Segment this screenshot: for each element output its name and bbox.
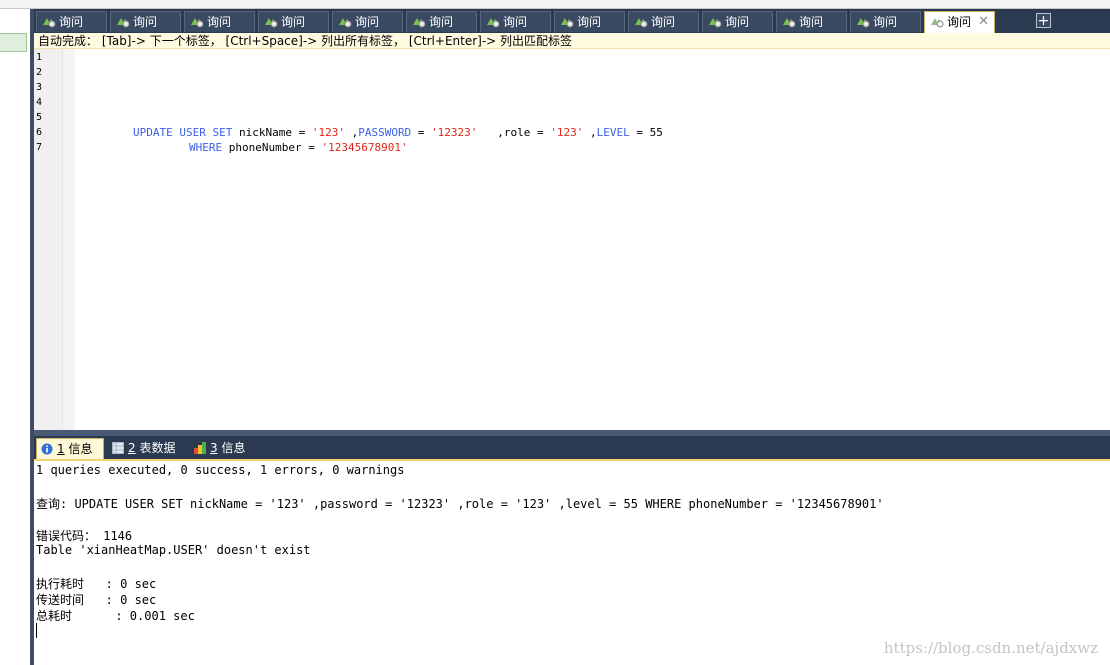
tab-label: 询问 <box>355 15 380 29</box>
window-top-strip <box>0 0 1110 9</box>
query-tab-12[interactable]: 询问 <box>850 11 921 32</box>
chart-icon <box>194 442 206 454</box>
text-caret <box>36 623 37 638</box>
sql-text: , <box>344 126 359 139</box>
query-icon <box>413 18 426 28</box>
query-icon <box>339 18 352 28</box>
sql-text: = 55 <box>629 126 663 139</box>
sql-string: '12345678901' <box>321 141 408 154</box>
code-line-6[interactable]: UPDATE USER SET nickName = '123' ,PASSWO… <box>133 126 663 139</box>
query-icon <box>191 18 204 28</box>
query-tab-9[interactable]: 询问 <box>628 11 699 32</box>
tab-label: 信息 <box>64 442 93 456</box>
query-icon <box>857 18 870 28</box>
tab-label: 询问 <box>947 15 972 29</box>
tab-label: 询问 <box>725 15 750 29</box>
fold-margin <box>62 49 75 430</box>
query-icon <box>709 18 722 28</box>
query-tab-2[interactable]: 询问 <box>110 11 181 32</box>
query-icon <box>561 18 574 28</box>
query-icon <box>783 18 796 28</box>
line-number: 6 <box>36 127 43 138</box>
object-browser-panel[interactable] <box>0 9 31 665</box>
line-number: 4 <box>36 97 43 108</box>
sql-text: phoneNumber = <box>222 141 322 154</box>
query-tab-5[interactable]: 询问 <box>332 11 403 32</box>
close-tab-icon[interactable]: ✕ <box>978 12 989 32</box>
tab-label: 询问 <box>651 15 676 29</box>
sql-keyword: WHERE <box>189 141 223 154</box>
query-tab-7[interactable]: 询问 <box>480 11 551 32</box>
error-code: 错误代码： 1146 <box>36 529 133 543</box>
tab-label: 询问 <box>207 15 232 29</box>
sql-string: '123' <box>550 126 584 139</box>
tab-label: 表数据 <box>135 441 176 455</box>
error-message: Table 'xianHeatMap.USER' doesn't exist <box>36 543 311 557</box>
query-tab-bar: 询问 询问 询问 询问 询问 询问 询问 询问 询问 询问 询问 询问 询问 ✕… <box>34 9 1110 33</box>
query-tab-10[interactable]: 询问 <box>702 11 773 32</box>
execution-summary: 1 queries executed, 0 success, 1 errors,… <box>36 463 405 477</box>
execution-time: 执行耗时 : 0 sec <box>36 577 157 591</box>
results-tab-bar: 1 信息 2 表数据 3 信息 <box>34 436 1110 459</box>
query-tab-8[interactable]: 询问 <box>554 11 625 32</box>
code-line-7[interactable]: WHERE phoneNumber = '12345678901' <box>189 141 408 154</box>
line-number: 1 <box>36 52 43 63</box>
transfer-time: 传送时间 : 0 sec <box>36 593 157 607</box>
info-icon <box>41 443 53 455</box>
sql-keyword: UPDATE USER SET <box>133 126 233 139</box>
add-tab-button[interactable]: + <box>1036 13 1051 28</box>
tab-label: 询问 <box>59 15 84 29</box>
tab-label: 询问 <box>577 15 602 29</box>
sql-text: , <box>583 126 597 139</box>
sql-string: '12323' <box>431 126 478 139</box>
sql-text: ,role = <box>477 126 551 139</box>
sql-keyword: PASSWORD <box>358 126 412 139</box>
selected-tree-node[interactable] <box>0 33 27 52</box>
tab-label: 询问 <box>503 15 528 29</box>
tab-label: 询问 <box>799 15 824 29</box>
tab-label: 询问 <box>281 15 306 29</box>
query-icon <box>487 18 500 28</box>
results-tab-messages[interactable]: 1 信息 <box>36 438 104 459</box>
query-tab-4[interactable]: 询问 <box>258 11 329 32</box>
tab-number: 2 <box>128 441 136 455</box>
query-tab-11[interactable]: 询问 <box>776 11 847 32</box>
line-number-gutter: 1 2 3 4 5 6 7 <box>34 49 75 430</box>
line-number: 5 <box>36 112 43 123</box>
query-icon <box>635 18 648 28</box>
query-icon <box>265 18 278 28</box>
sql-text: = <box>411 126 432 139</box>
autocomplete-hint: 自动完成： [Tab]-> 下一个标签， [Ctrl+Space]-> 列出所有… <box>34 33 1110 49</box>
executed-query: 查询: UPDATE USER SET nickName = '123' ,pa… <box>36 497 884 511</box>
tab-label: 询问 <box>429 15 454 29</box>
results-tab-table-data[interactable]: 2 表数据 <box>108 438 188 459</box>
total-time: 总耗时 : 0.001 sec <box>36 609 195 623</box>
sql-keyword: LEVEL <box>596 126 630 139</box>
query-tab-3[interactable]: 询问 <box>184 11 255 32</box>
line-number: 3 <box>36 82 43 93</box>
line-number: 2 <box>36 67 43 78</box>
query-tab-13-active[interactable]: 询问 ✕ <box>924 11 995 33</box>
sql-string: '123' <box>311 126 345 139</box>
tab-label: 信息 <box>217 441 246 455</box>
table-icon <box>112 442 124 454</box>
tab-number: 1 <box>57 442 65 456</box>
line-number: 7 <box>36 142 43 153</box>
query-icon <box>931 18 944 28</box>
tab-number: 3 <box>210 441 218 455</box>
tab-label: 询问 <box>873 15 898 29</box>
query-icon <box>43 18 56 28</box>
query-icon <box>117 18 130 28</box>
results-tab-info[interactable]: 3 信息 <box>190 438 254 459</box>
query-tab-6[interactable]: 询问 <box>406 11 477 32</box>
sql-text: nickName = <box>232 126 312 139</box>
watermark: https://blog.csdn.net/ajdxwz <box>883 639 1098 657</box>
sql-editor[interactable]: 1 2 3 4 5 6 7 UPDATE USER SET nickName =… <box>34 49 1110 430</box>
query-tab-1[interactable]: 询问 <box>36 11 107 32</box>
tab-label: 询问 <box>133 15 158 29</box>
message-output[interactable]: 1 queries executed, 0 success, 1 errors,… <box>34 459 1110 665</box>
